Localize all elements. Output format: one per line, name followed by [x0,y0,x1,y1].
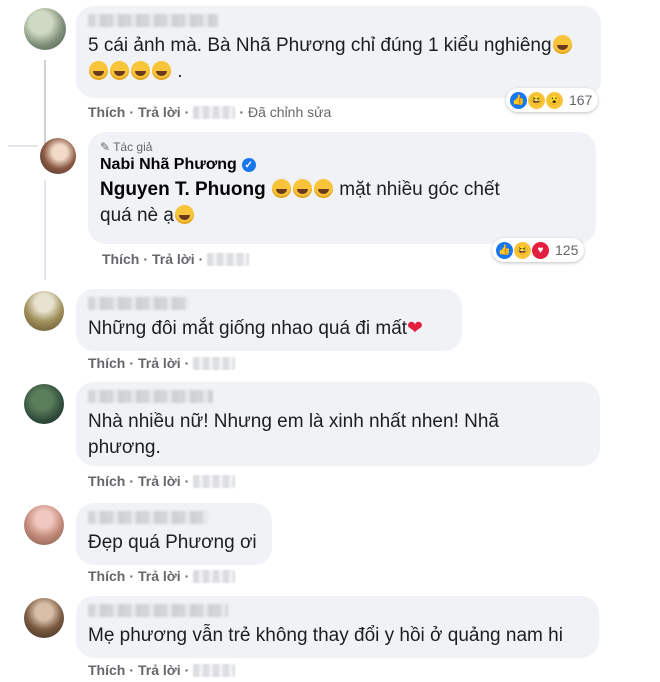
avatar[interactable] [24,505,64,545]
comment-actions: Thích · Trả lời · [88,473,236,489]
separator: · [239,104,244,120]
avatar[interactable] [24,384,64,424]
haha-icon: 😆 [513,240,532,260]
rofl-emoji-icon [89,61,108,80]
separator: · [184,473,190,489]
timestamp-redacted [193,105,236,119]
reply-link[interactable]: Trả lời [138,104,181,120]
reaction-count: 167 [569,92,593,108]
avatar[interactable] [24,598,64,638]
wow-icon: 😮 [545,90,564,110]
like-link[interactable]: Thích [88,568,125,584]
thread-line-reply [44,180,46,280]
comment-bubble: Mẹ phương vẫn trẻ không thay đổi y hồi ở… [76,596,599,658]
avatar-image [24,384,64,424]
avatar-image [24,505,64,545]
avatar[interactable] [24,291,64,331]
like-link[interactable]: Thích [102,251,139,267]
timestamp-redacted [193,663,236,677]
reaction-summary[interactable]: 👍 😆 😮 167 [506,88,599,112]
like-link[interactable]: Thích [88,355,125,371]
reply-link[interactable]: Trả lời [138,568,181,584]
timestamp-redacted [193,474,236,488]
rofl-emoji-icon [552,35,572,54]
author-reply-bubble: ✎ Tác giả Nabi Nhã Phương ✓ Nguyen T. Phuo… [88,132,596,244]
timestamp-redacted [207,252,250,266]
comment-bubble: Những đôi mắt giống nhao quá đi mất❤ [76,289,462,351]
like-link[interactable]: Thích [88,473,125,489]
mention-link[interactable]: Nguyen T. Phuong [100,179,266,200]
commenter-name-redacted [88,14,218,27]
separator: · [184,568,190,584]
comment-text: 5 cái ảnh mà. Bà Nhã Phương chỉ đúng 1 k… [88,33,589,85]
reply-link[interactable]: Trả lời [138,473,181,489]
reaction-summary[interactable]: 👍 😆 ♥ 125 [492,238,585,262]
separator: · [129,568,135,584]
comment-actions: Thích · Trả lời · · Đã chỉnh sửa [88,104,331,120]
author-badge: ✎ Tác giả [100,140,153,154]
separator: · [184,355,190,371]
love-icon: ♥ [531,240,550,260]
avatar-image [24,598,64,638]
separator: · [129,662,135,678]
separator: · [129,355,135,371]
like-icon: 👍 [495,240,514,260]
timestamp-redacted [193,569,236,583]
author-avatar[interactable] [40,138,76,174]
reply-link[interactable]: Trả lời [152,251,195,267]
separator: · [143,251,149,267]
commenter-name-redacted [88,604,228,617]
separator: · [184,104,190,120]
comment-text: Nguyen T. Phuong mặt nhiều góc chết quá … [100,179,500,226]
heart-icon: ❤ [407,318,423,339]
laughing-emoji-icon [314,179,333,198]
comment-text: Mẹ phương vẫn trẻ không thay đổi y hồi ở… [88,625,563,646]
separator: · [129,473,135,489]
comment-text: Nhà nhiều nữ! Nhưng em là xinh nhất nhen… [88,411,499,458]
reply-link[interactable]: Trả lời [138,662,181,678]
like-icon: 👍 [509,90,528,110]
laughing-emoji-icon [272,179,291,198]
author-name[interactable]: Nabi Nhã Phương ✓ [100,156,584,174]
like-link[interactable]: Thích [88,662,125,678]
commenter-name-redacted [88,297,188,310]
reaction-count: 125 [555,242,579,258]
comment-text: Những đôi mắt giống nhao quá đi mất❤ [88,318,423,339]
rofl-emoji-icon [131,61,150,80]
comment-actions: Thích · Trả lời · [102,251,250,267]
avatar[interactable] [24,8,66,50]
laughing-emoji-icon [293,179,312,198]
separator: · [198,251,204,267]
comment-bubble: Đẹp quá Phương ơi [76,503,272,565]
timestamp-redacted [193,356,236,370]
edited-label[interactable]: Đã chỉnh sửa [248,104,331,120]
avatar-image [40,138,76,174]
separator: · [129,104,135,120]
rofl-emoji-icon [152,61,171,80]
comment-text: Đẹp quá Phương ơi [88,532,257,553]
comment-actions: Thích · Trả lời · [88,355,236,371]
reply-link[interactable]: Trả lời [138,355,181,371]
comment-bubble: 5 cái ảnh mà. Bà Nhã Phương chỉ đúng 1 k… [76,6,601,98]
rofl-emoji-icon [110,61,129,80]
comment-bubble: Nhà nhiều nữ! Nhưng em là xinh nhất nhen… [76,382,600,466]
commenter-name-redacted [88,390,213,403]
haha-icon: 😆 [527,90,546,110]
avatar-image [24,291,64,331]
like-link[interactable]: Thích [88,104,125,120]
avatar-image [24,8,66,50]
comment-actions: Thích · Trả lời · [88,662,236,678]
pencil-icon: ✎ [100,140,111,154]
separator: · [184,662,190,678]
thread-line-horizontal [8,145,38,147]
comment-actions: Thích · Trả lời · [88,568,236,584]
commenter-name-redacted [88,511,208,524]
verified-badge-icon: ✓ [241,158,256,172]
smile-emoji-icon [174,205,194,224]
thread-line-vertical [44,60,46,145]
